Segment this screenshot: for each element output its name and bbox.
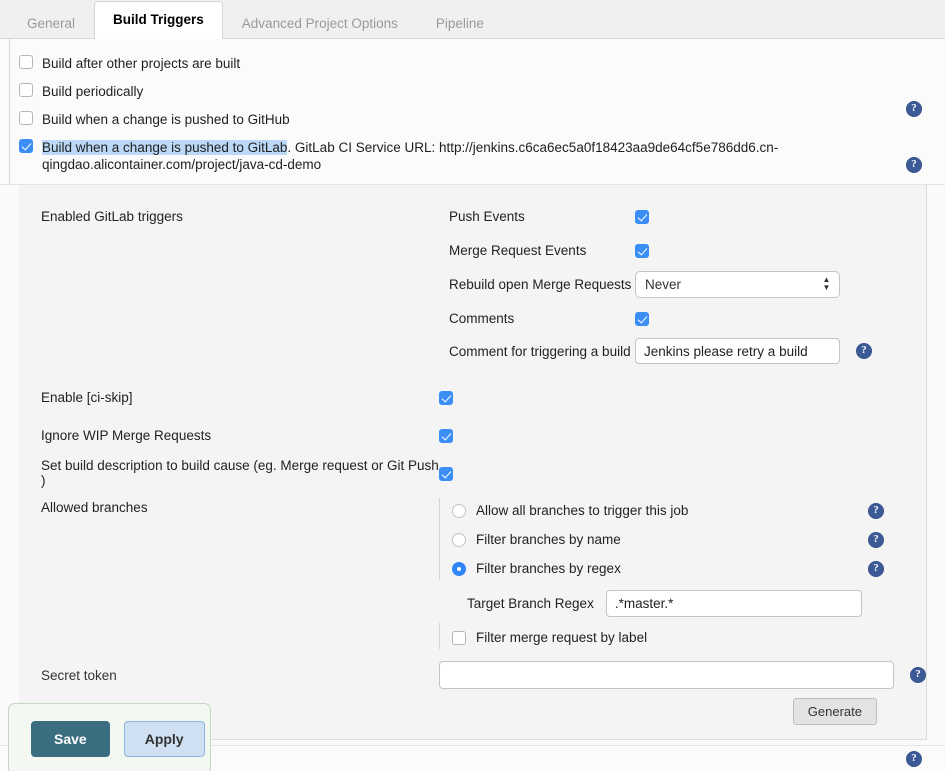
gitlab-options-panel: Enabled GitLab triggers Push Events Merg…: [19, 185, 927, 740]
radio-allow-all-branches[interactable]: [452, 503, 466, 518]
checkbox-build-after-other-projects[interactable]: [19, 55, 33, 69]
checkbox-build-periodically[interactable]: [19, 83, 33, 97]
form-action-toolbar: Save Apply: [8, 703, 211, 771]
help-icon[interactable]: ?: [868, 502, 884, 519]
trigger-build-after-other-projects[interactable]: Build after other projects are built ?: [0, 49, 945, 117]
radio-row-filter-by-name[interactable]: Filter branches by name ?: [439, 525, 926, 554]
checkbox-set-build-description[interactable]: [439, 466, 453, 481]
page-root: General Build Triggers Advanced Project …: [0, 0, 945, 771]
radio-row-allow-all-branches[interactable]: Allow all branches to trigger this job ?: [439, 496, 926, 525]
comments-label: Comments: [449, 310, 515, 326]
row-ignore-wip-merge-requests: Ignore WIP Merge Requests: [19, 416, 926, 454]
tab-advanced-project-options[interactable]: Advanced Project Options: [223, 7, 417, 38]
merge-request-events-label: Merge Request Events: [449, 242, 587, 258]
radio-label: Filter branches by name: [476, 532, 621, 547]
input-target-branch-regex[interactable]: [605, 589, 862, 617]
enabled-gitlab-triggers-label: Enabled GitLab triggers: [41, 208, 183, 224]
trigger-label: Build periodically: [42, 84, 144, 99]
save-button[interactable]: Save: [31, 721, 110, 757]
push-events-label: Push Events: [449, 208, 525, 224]
set-build-description-label: Set build description to build cause (eg…: [41, 458, 439, 488]
checkbox-merge-request-events[interactable]: [635, 243, 649, 258]
build-triggers-list: Build after other projects are built ? B…: [0, 39, 945, 285]
push-events-control[interactable]: [635, 209, 926, 224]
checkbox-push-events[interactable]: [635, 209, 649, 224]
radio-label: Filter branches by regex: [476, 561, 621, 576]
row-comment-for-trigger: Comment for triggering a build ?: [19, 335, 926, 378]
help-icon[interactable]: ?: [856, 343, 872, 359]
apply-button[interactable]: Apply: [123, 721, 205, 757]
select-rebuild-open-merge-requests[interactable]: Never ▲ ▼: [635, 270, 840, 298]
row-rebuild-open-merge-requests: Rebuild open Merge Requests Never ▲ ▼: [19, 267, 926, 301]
row-merge-request-events: Merge Request Events: [19, 233, 926, 267]
radio-filter-branches-by-name[interactable]: [452, 532, 466, 547]
chevron-down-glyph: ▼: [822, 282, 831, 292]
row-set-build-description: Set build description to build cause (eg…: [19, 454, 926, 492]
trigger-build-on-gitlab-push[interactable]: Build when a change is pushed to GitLab.…: [0, 133, 945, 285]
help-icon[interactable]: ?: [906, 751, 922, 767]
trigger-build-on-github-push[interactable]: Build when a change is pushed to GitHub …: [0, 105, 945, 229]
trigger-build-periodically[interactable]: Build periodically ?: [0, 77, 945, 173]
target-branch-regex-label: Target Branch Regex: [467, 595, 594, 611]
row-target-branch-regex: Target Branch Regex: [439, 583, 926, 623]
trigger-label: Build after other projects are built: [42, 56, 241, 71]
allowed-branches-label: Allowed branches: [41, 500, 148, 515]
comment-trigger-label: Comment for triggering a build: [449, 343, 631, 359]
radio-filter-branches-by-regex[interactable]: [452, 561, 466, 576]
row-filter-merge-request-by-label[interactable]: Filter merge request by label: [439, 623, 926, 652]
checkbox-enable-ci-skip[interactable]: [439, 390, 453, 405]
help-icon[interactable]: ?: [868, 560, 884, 577]
chevron-updown-icon: ▲ ▼: [822, 275, 831, 295]
tab-pipeline[interactable]: Pipeline: [417, 7, 503, 38]
row-enable-ci-skip: Enable [ci-skip]: [19, 378, 926, 416]
row-secret-token: Secret token ?: [19, 652, 926, 692]
help-icon[interactable]: ?: [910, 667, 926, 683]
secret-token-label: Secret token: [41, 667, 117, 683]
checkbox-filter-merge-request-by-label[interactable]: [452, 630, 466, 645]
row-comments: Comments: [19, 301, 926, 335]
checkbox-build-on-gitlab-push[interactable]: [19, 139, 33, 153]
merge-request-events-control[interactable]: [635, 243, 926, 258]
tab-build-triggers[interactable]: Build Triggers: [94, 1, 223, 39]
filter-by-label-label: Filter merge request by label: [476, 630, 648, 645]
tab-bar: General Build Triggers Advanced Project …: [0, 0, 945, 39]
input-comment-for-triggering-build[interactable]: [635, 338, 840, 364]
rebuild-open-mr-label: Rebuild open Merge Requests: [449, 276, 632, 292]
generate-button[interactable]: Generate: [792, 698, 877, 725]
row-enabled-gitlab-triggers: Enabled GitLab triggers Push Events: [19, 199, 926, 233]
checkbox-comments[interactable]: [635, 311, 649, 326]
help-icon[interactable]: ?: [868, 531, 884, 548]
radio-row-filter-by-regex[interactable]: Filter branches by regex ?: [439, 554, 926, 583]
allowed-branches-section: Allowed branches Allow all branches to t…: [19, 492, 926, 652]
ignore-wip-label: Ignore WIP Merge Requests: [41, 427, 212, 443]
radio-label: Allow all branches to trigger this job: [476, 503, 689, 518]
gitlab-url-prefix: . GitLab CI Service URL:: [287, 140, 439, 155]
enable-ci-skip-label: Enable [ci-skip]: [41, 389, 133, 405]
gitlab-trigger-label: Build when a change is pushed to GitLab: [42, 140, 288, 155]
input-secret-token[interactable]: [439, 661, 894, 689]
allowed-branches-controls: Allow all branches to trigger this job ?…: [439, 496, 926, 652]
tab-general[interactable]: General: [8, 7, 94, 38]
select-value: Never: [645, 276, 682, 292]
checkbox-build-on-github-push[interactable]: [19, 111, 33, 125]
trigger-label: Build when a change is pushed to GitHub: [42, 112, 290, 127]
checkbox-ignore-wip-merge-requests[interactable]: [439, 428, 453, 443]
comments-control[interactable]: [635, 311, 926, 326]
